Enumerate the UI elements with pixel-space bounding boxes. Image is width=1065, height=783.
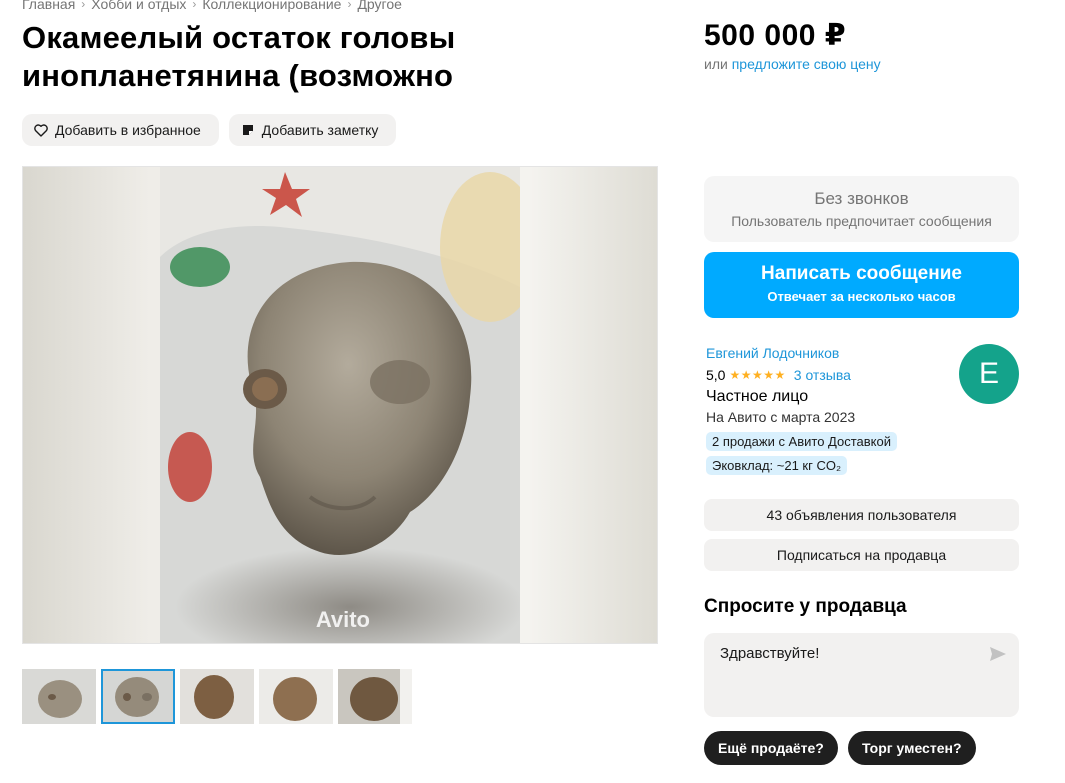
quick-reply-still-selling[interactable]: Ещё продаёте? (704, 731, 838, 765)
chevron-right-icon: › (192, 0, 197, 11)
add-note-label: Добавить заметку (261, 122, 379, 138)
offer-prefix: или (704, 56, 728, 72)
price-block: 500 000 ₽ или предложите свою цену (704, 18, 881, 72)
rating-value: 5,0 (706, 367, 726, 383)
heart-icon (34, 123, 48, 137)
chevron-right-icon: › (347, 0, 352, 11)
star-rating-icon: ★★★★★ (729, 368, 786, 382)
ask-message-input[interactable]: Здравствуйте! (704, 633, 1019, 717)
thumbnail-1[interactable] (22, 669, 96, 724)
price: 500 000 ₽ (704, 19, 847, 52)
send-icon[interactable] (989, 645, 1007, 663)
add-favorite-button[interactable]: Добавить в избранное (22, 114, 219, 146)
offer-price-link[interactable]: предложите свою цену (732, 56, 881, 72)
note-icon (241, 123, 255, 137)
no-calls-title: Без звонков (814, 189, 909, 208)
photo-gallery[interactable]: Avito (22, 166, 658, 644)
quick-reply-bargain[interactable]: Торг уместен? (848, 731, 976, 765)
page-title: Окамеелый остаток головы инопланетянина … (22, 20, 456, 93)
no-calls-notice: Без звонков Пользователь предпочитает со… (704, 176, 1019, 242)
thumbnail-3[interactable] (180, 669, 254, 724)
main-photo-image (160, 167, 520, 643)
avito-watermark: Avito (315, 607, 370, 632)
offer-text: или предложите свою цену (704, 56, 881, 72)
response-time-label: Отвечает за несколько часов (767, 289, 956, 304)
add-favorite-label: Добавить в избранное (55, 122, 201, 138)
thumbnail-5[interactable] (338, 669, 412, 724)
seller-listings-button[interactable]: 43 объявления пользователя (704, 499, 1019, 531)
listing-actions: Добавить в избранное Добавить заметку (22, 114, 397, 146)
breadcrumb-item-hobby[interactable]: Хобби и отдых (91, 0, 186, 12)
breadcrumb-item-other[interactable]: Другое (357, 0, 401, 12)
breadcrumb: Главная › Хобби и отдых › Коллекциониров… (22, 0, 402, 12)
ask-message-text: Здравствуйте! (720, 645, 820, 662)
write-message-button[interactable]: Написать сообщение Отвечает за несколько… (704, 252, 1019, 318)
no-calls-subtitle: Пользователь предпочитает сообщения (731, 213, 992, 229)
main-photo[interactable]: Avito (160, 167, 520, 643)
thumbnail-4[interactable] (259, 669, 333, 724)
seller-since: На Авито с марта 2023 (706, 409, 856, 425)
subscribe-seller-button[interactable]: Подписаться на продавца (704, 539, 1019, 571)
thumbnail-2[interactable] (101, 669, 175, 724)
delivery-badge: 2 продажи с Авито Доставкой (706, 432, 897, 451)
chevron-right-icon: › (81, 0, 86, 11)
write-message-label: Написать сообщение (761, 263, 962, 284)
breadcrumb-item-home[interactable]: Главная (22, 0, 75, 12)
eco-badge: Эковклад: ~21 кг CO₂ (706, 456, 848, 475)
add-note-button[interactable]: Добавить заметку (228, 114, 397, 146)
ask-seller-title: Спросите у продавца (704, 596, 907, 617)
avatar[interactable]: Е (959, 344, 1019, 404)
thumbnail-strip (22, 669, 412, 724)
breadcrumb-item-collecting[interactable]: Коллекционирование (202, 0, 341, 12)
reviews-link[interactable]: 3 отзыва (794, 367, 851, 383)
